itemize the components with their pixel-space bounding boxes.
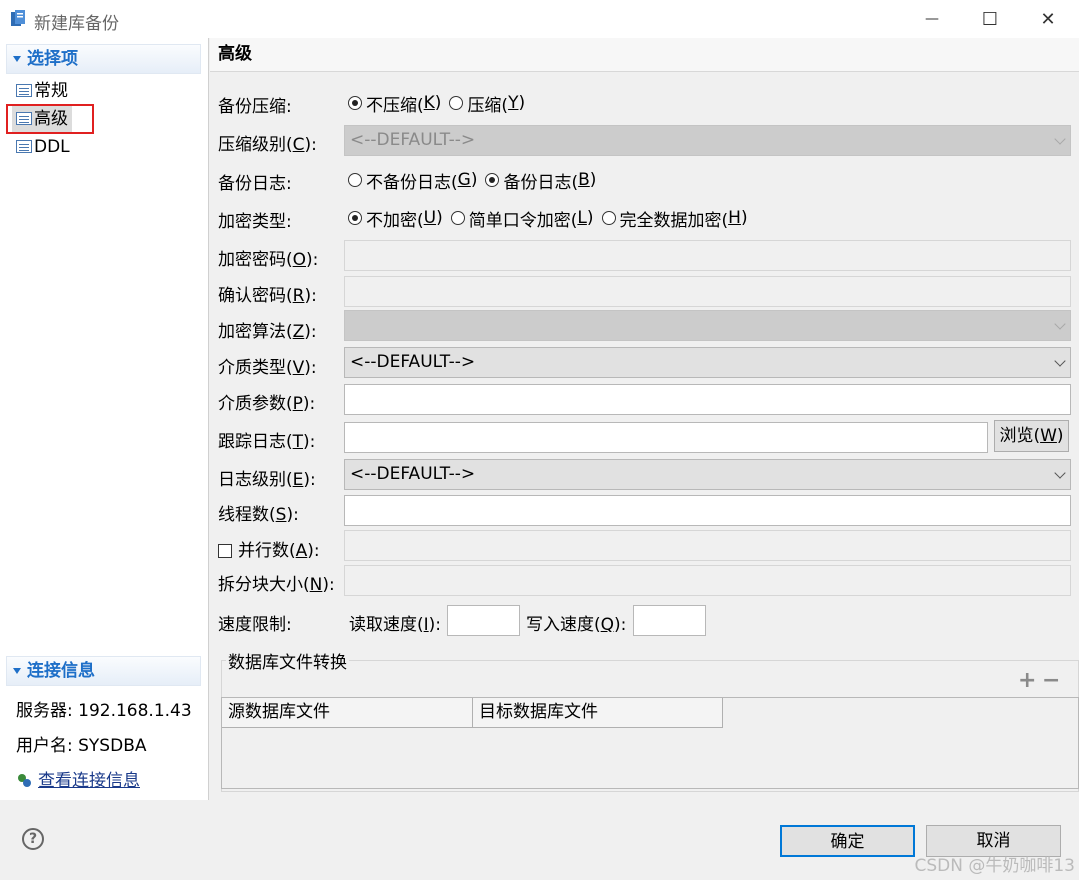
trace-log-label: 跟踪日志(T): <box>218 432 316 452</box>
read-speed-label: 读取速度(I): <box>349 615 442 635</box>
close-icon: ✕ <box>1040 8 1056 30</box>
full-encrypt-radio[interactable]: 完全数据加密(H) <box>601 206 748 231</box>
remove-icon[interactable]: − <box>1042 668 1060 693</box>
window-title: 新建库备份 <box>34 14 119 34</box>
file-convert-table[interactable]: 源数据库文件 目标数据库文件 <box>221 697 1079 789</box>
nav-item-general[interactable]: 常规 <box>12 78 68 104</box>
no-compress-radio[interactable]: 不压缩(K) <box>348 91 441 116</box>
title-bar: 新建库备份 — ☐ ✕ <box>0 0 1079 38</box>
radio-unchecked-icon <box>450 211 465 225</box>
nav-item-label: 常规 <box>34 81 68 101</box>
encrypt-type-label: 加密类型: <box>218 212 292 232</box>
compress-radio[interactable]: 压缩(Y) <box>449 91 525 116</box>
left-pane: 选择项 常规 高级 DDL 连接信息 服务器: 192.168.1.43 用户名… <box>0 38 209 800</box>
encrypt-algo-select[interactable] <box>344 310 1071 341</box>
media-param-input[interactable] <box>344 384 1071 415</box>
panel-title: 高级 <box>210 38 1079 72</box>
collapse-triangle-icon <box>13 56 21 62</box>
connection-section-header[interactable]: 连接信息 <box>6 656 201 686</box>
options-section-header[interactable]: 选择项 <box>6 44 201 74</box>
radio-unchecked-icon <box>348 173 362 187</box>
media-type-value: <--DEFAULT--> <box>350 352 476 372</box>
write-speed-label: 写入速度(Q): <box>526 615 627 635</box>
chevron-down-icon <box>1054 133 1066 145</box>
column-header-source[interactable]: 源数据库文件 <box>222 698 473 728</box>
connection-icon <box>18 774 31 787</box>
browse-button[interactable]: 浏览(W) <box>994 420 1069 452</box>
encrypt-password-input[interactable] <box>344 240 1071 271</box>
media-type-label: 介质类型(V): <box>218 358 317 378</box>
advanced-panel: 高级 备份压缩: 不压缩(K) 压缩(Y) 压缩级别(C): <--DEFAUL… <box>210 38 1079 800</box>
chevron-down-icon <box>1054 467 1066 479</box>
connection-section-title: 连接信息 <box>27 661 95 681</box>
confirm-password-label: 确认密码(R): <box>218 286 317 306</box>
maximize-button[interactable]: ☐ <box>961 0 1019 38</box>
parallel-input[interactable] <box>344 530 1071 561</box>
chevron-down-icon <box>1054 355 1066 367</box>
compress-level-select[interactable]: <--DEFAULT--> <box>344 125 1071 156</box>
write-speed-input[interactable] <box>633 605 706 636</box>
encrypt-algo-label: 加密算法(Z): <box>218 322 317 342</box>
checkbox-icon <box>218 544 232 558</box>
user-info: 用户名: SYSDBA <box>16 736 147 756</box>
nav-item-label: DDL <box>34 137 70 157</box>
threads-input[interactable] <box>344 495 1071 526</box>
minimize-button[interactable]: — <box>903 0 961 38</box>
radio-checked-icon <box>348 96 362 110</box>
backup-log-label: 备份日志: <box>218 174 292 194</box>
media-type-select[interactable]: <--DEFAULT--> <box>344 347 1071 378</box>
dialog-footer: ? 确定 取消 CSDN @牛奶咖啡13 <box>0 800 1079 880</box>
nav-item-ddl[interactable]: DDL <box>12 134 70 160</box>
view-connection-label: 查看连接信息 <box>38 771 140 791</box>
speed-limit-label: 速度限制: <box>218 615 292 635</box>
backup-log-radio[interactable]: 备份日志(B) <box>485 168 596 193</box>
compress-label: 备份压缩: <box>218 97 292 117</box>
close-button[interactable]: ✕ <box>1019 0 1077 38</box>
log-level-value: <--DEFAULT--> <box>350 464 476 484</box>
encrypt-type-radio-group: 不加密(U) 简单口令加密(L) 完全数据加密(H) <box>348 205 756 231</box>
no-encrypt-radio[interactable]: 不加密(U) <box>348 206 443 231</box>
read-speed-input[interactable] <box>447 605 520 636</box>
ok-button[interactable]: 确定 <box>780 825 915 857</box>
view-connection-link[interactable]: 查看连接信息 <box>16 766 140 791</box>
list-icon <box>16 140 32 153</box>
split-size-label: 拆分块大小(N): <box>218 575 335 595</box>
no-backup-log-radio[interactable]: 不备份日志(G) <box>348 168 477 193</box>
radio-unchecked-icon <box>601 211 616 225</box>
compress-level-value: <--DEFAULT--> <box>350 130 476 150</box>
app-icon <box>11 10 25 26</box>
list-icon <box>16 84 32 97</box>
options-section-title: 选择项 <box>27 49 78 69</box>
column-header-target[interactable]: 目标数据库文件 <box>473 698 723 728</box>
highlight-box <box>6 104 94 134</box>
watermark: CSDN @牛奶咖啡13 <box>914 856 1075 876</box>
parallel-checkbox[interactable]: 并行数(A): <box>218 536 320 561</box>
add-icon[interactable]: + <box>1018 668 1036 693</box>
chevron-down-icon <box>1054 318 1066 330</box>
threads-label: 线程数(S): <box>218 505 299 525</box>
file-convert-title: 数据库文件转换 <box>226 648 349 673</box>
collapse-triangle-icon <box>13 668 21 674</box>
confirm-password-input[interactable] <box>344 276 1071 307</box>
trace-log-input[interactable] <box>344 422 988 453</box>
radio-checked-icon <box>485 173 500 187</box>
server-info: 服务器: 192.168.1.43 <box>16 701 192 721</box>
compress-level-label: 压缩级别(C): <box>218 135 317 155</box>
backup-log-radio-group: 不备份日志(G) 备份日志(B) <box>348 167 604 193</box>
simple-encrypt-radio[interactable]: 简单口令加密(L) <box>450 206 594 231</box>
minimize-icon: — <box>925 11 939 27</box>
log-level-select[interactable]: <--DEFAULT--> <box>344 459 1071 490</box>
maximize-icon: ☐ <box>981 8 999 30</box>
split-size-input[interactable] <box>344 565 1071 596</box>
media-param-label: 介质参数(P): <box>218 394 316 414</box>
radio-checked-icon <box>348 211 362 225</box>
help-icon[interactable]: ? <box>22 828 44 850</box>
radio-unchecked-icon <box>449 96 464 110</box>
log-level-label: 日志级别(E): <box>218 470 316 490</box>
compress-radio-group: 不压缩(K) 压缩(Y) <box>348 90 533 116</box>
encrypt-password-label: 加密密码(O): <box>218 250 319 270</box>
